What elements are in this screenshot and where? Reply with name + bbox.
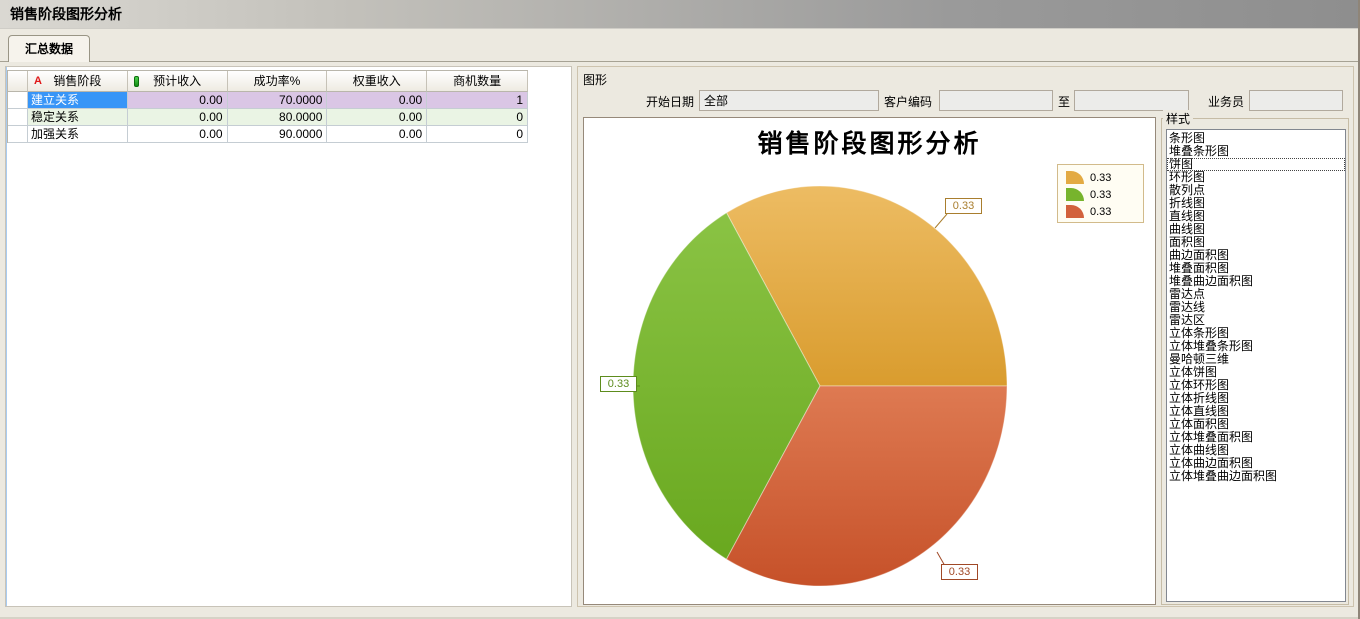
start-date-label: 开始日期	[646, 95, 694, 109]
value-cell: 0.00	[128, 92, 228, 109]
value-cell: 0.00	[128, 109, 228, 126]
stage-cell: 稳定关系	[28, 109, 128, 126]
chart-group-label: 图形	[583, 71, 607, 88]
value-cell: 0.00	[128, 126, 228, 143]
row-selector-cell[interactable]	[8, 109, 28, 126]
value-cell: 90.0000	[228, 126, 328, 143]
legend-swatch-icon	[1066, 188, 1084, 201]
pie-chart-canvas: 销售阶段图形分析	[583, 117, 1156, 605]
chart-group-panel: 图形 开始日期 客户编码 至 业务员 销售阶段图形分析	[577, 66, 1354, 607]
style-list-item[interactable]: 堆叠条形图	[1167, 145, 1345, 158]
summary-table-panel: A销售阶段预计收入成功率%权重收入商机数量 建立关系0.0070.00000.0…	[5, 66, 572, 607]
column-header-label: 权重收入	[353, 74, 401, 88]
slice-value-label: 0.33	[941, 564, 978, 580]
table-row[interactable]: 稳定关系0.0080.00000.000	[8, 109, 528, 126]
page-title: 销售阶段图形分析	[10, 0, 122, 29]
tab-summary-data[interactable]: 汇总数据	[8, 35, 90, 62]
sales-stage-table: A销售阶段预计收入成功率%权重收入商机数量 建立关系0.0070.00000.0…	[7, 70, 528, 143]
value-cell: 0.00	[327, 92, 427, 109]
bottom-strip	[0, 608, 1360, 619]
slice-value-label: 0.33	[600, 376, 637, 392]
value-cell: 0	[427, 126, 528, 143]
value-cell: 80.0000	[228, 109, 328, 126]
slice-value-label: 0.33	[945, 198, 982, 214]
row-selector-header	[8, 71, 28, 92]
column-header-label: 预计收入	[153, 74, 201, 88]
value-cell: 70.0000	[228, 92, 328, 109]
stage-cell: 建立关系	[28, 92, 128, 109]
salesman-label: 业务员	[1208, 95, 1244, 109]
legend-swatch-icon	[1066, 205, 1084, 218]
chart-legend: 0.33 0.33 0.33	[1057, 164, 1144, 223]
column-header[interactable]: 商机数量	[427, 71, 528, 92]
value-cell: 0.00	[327, 126, 427, 143]
table-row[interactable]: 建立关系0.0070.00000.001	[8, 92, 528, 109]
legend-value: 0.33	[1090, 189, 1111, 201]
start-date-input[interactable]	[699, 90, 879, 111]
column-header[interactable]: 成功率%	[228, 71, 328, 92]
customer-code-label: 客户编码	[884, 95, 932, 109]
app-window: 销售阶段图形分析 汇总数据 A 销售阶段 预计收入 成功率% 权重收入 商机数量 建立关系…	[0, 0, 1360, 619]
value-cell: 0	[427, 109, 528, 126]
legend-value: 0.33	[1090, 172, 1111, 184]
row-selector-cell[interactable]	[8, 126, 28, 143]
styles-group-label: 样式	[1163, 110, 1193, 127]
salesman-input[interactable]	[1249, 90, 1343, 111]
customer-code-to-input[interactable]	[1074, 90, 1189, 111]
value-cell: 1	[427, 92, 528, 109]
style-list-item[interactable]: 立体堆叠曲边面积图	[1167, 470, 1345, 483]
legend-item: 0.33	[1066, 186, 1143, 203]
column-marker-icon	[134, 76, 139, 87]
customer-code-from-input[interactable]	[939, 90, 1053, 111]
styles-group: 条形图堆叠条形图饼图环形图散列点折线图直线图曲线图面积图曲边面积图堆叠面积图堆叠…	[1161, 118, 1349, 605]
content-area: A销售阶段预计收入成功率%权重收入商机数量 建立关系0.0070.00000.0…	[0, 62, 1360, 608]
legend-swatch-icon	[1066, 171, 1084, 184]
table-body: 建立关系0.0070.00000.001稳定关系0.0080.00000.000…	[8, 92, 528, 143]
column-header[interactable]: 预计收入	[128, 71, 228, 92]
column-header-label: 成功率%	[254, 74, 301, 88]
sort-a-icon: A	[34, 71, 42, 91]
value-cell: 0.00	[327, 109, 427, 126]
table-row[interactable]: 加强关系0.0090.00000.000	[8, 126, 528, 143]
column-header[interactable]: A 销售阶段	[28, 71, 128, 92]
to-label: 至	[1058, 95, 1070, 109]
table-header-row: A 销售阶段 预计收入 成功率% 权重收入 商机数量	[8, 71, 528, 92]
tab-strip: 汇总数据	[0, 29, 1360, 62]
title-bar: 销售阶段图形分析	[0, 0, 1360, 29]
chart-style-listbox[interactable]: 条形图堆叠条形图饼图环形图散列点折线图直线图曲线图面积图曲边面积图堆叠面积图堆叠…	[1166, 129, 1346, 602]
column-header-label: 销售阶段	[53, 74, 101, 88]
legend-value: 0.33	[1090, 206, 1111, 218]
label-leader-line	[935, 214, 947, 228]
stage-cell: 加强关系	[28, 126, 128, 143]
column-header-label: 商机数量	[453, 74, 501, 88]
legend-item: 0.33	[1066, 169, 1143, 186]
legend-item: 0.33	[1066, 203, 1143, 220]
row-selector-cell[interactable]	[8, 92, 28, 109]
column-header[interactable]: 权重收入	[327, 71, 427, 92]
